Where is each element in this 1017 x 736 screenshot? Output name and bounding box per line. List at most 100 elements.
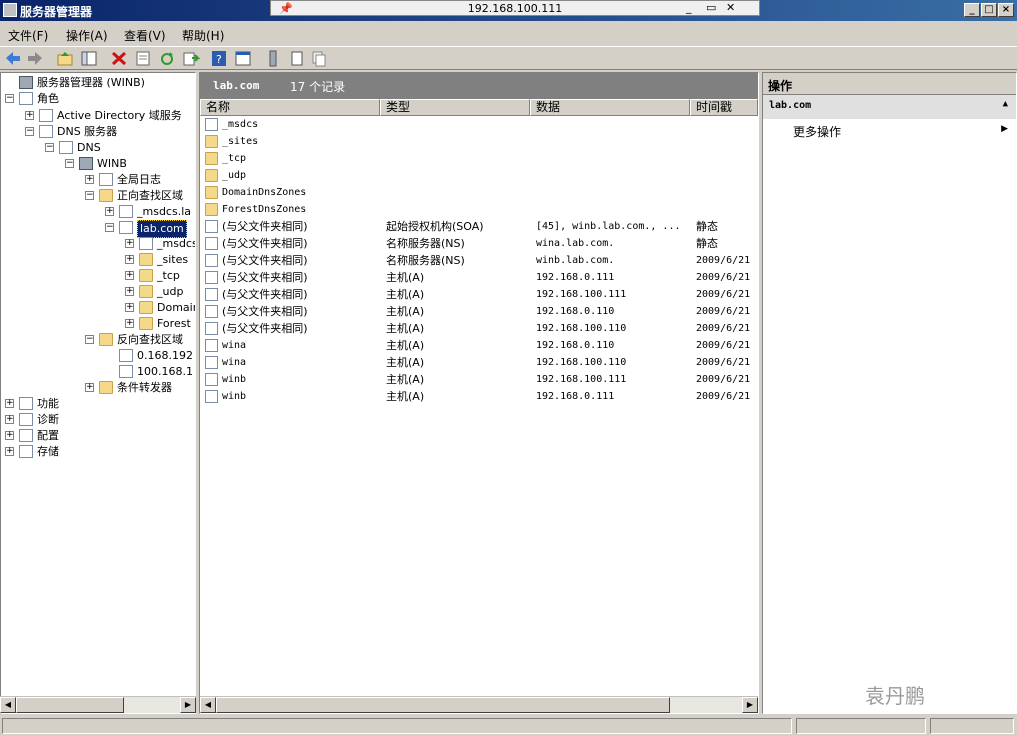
tree-node[interactable]: + _udp <box>1 284 195 300</box>
list-row[interactable]: (与父文件夹相同) 主机(A) 192.168.100.110 2009/6/21 <box>200 320 758 337</box>
list-row[interactable]: (与父文件夹相同) 名称服务器(NS) wina.lab.com. 静态 <box>200 235 758 252</box>
expand-plus-icon[interactable]: + <box>105 207 114 216</box>
list-row[interactable]: (与父文件夹相同) 主机(A) 192.168.0.111 2009/6/21 <box>200 269 758 286</box>
list-row[interactable]: _tcp <box>200 150 758 167</box>
column-header-type[interactable]: 类型 <box>380 99 530 116</box>
collapse-minus-icon[interactable]: − <box>5 94 14 103</box>
mmc-view-icon[interactable] <box>234 50 252 67</box>
tree-node[interactable]: 0.168.192 <box>1 348 195 364</box>
expand-plus-icon[interactable]: + <box>5 399 14 408</box>
console-tree[interactable]: 服务器管理器 (WINB) − 角色 + Active Directory 域服务 − DN… <box>0 72 196 714</box>
help-icon[interactable]: ? <box>210 50 228 67</box>
collapse-minus-icon[interactable]: − <box>45 143 54 152</box>
maximize-button[interactable]: □ <box>981 3 997 17</box>
scroll-left-icon[interactable]: ◀ <box>200 697 216 713</box>
close-button[interactable]: × <box>998 3 1014 17</box>
collapse-minus-icon[interactable]: − <box>65 159 74 168</box>
expand-plus-icon[interactable]: + <box>125 319 134 328</box>
expand-plus-icon[interactable]: + <box>125 239 134 248</box>
expand-plus-icon[interactable]: + <box>125 255 134 264</box>
tree-node[interactable]: + 存储 <box>1 444 195 460</box>
tree-node[interactable]: + 全局日志 <box>1 172 195 188</box>
scroll-right-icon[interactable]: ▶ <box>180 697 196 713</box>
more-actions-item[interactable]: 更多操作 ▶ <box>763 119 1016 141</box>
list-row[interactable]: _msdcs <box>200 116 758 133</box>
scroll-right-icon[interactable]: ▶ <box>742 697 758 713</box>
list-row[interactable]: wina 主机(A) 192.168.0.110 2009/6/21 <box>200 337 758 354</box>
tree-node[interactable]: + 配置 <box>1 428 195 444</box>
tree-hscrollbar[interactable]: ◀ ▶ <box>0 696 196 713</box>
scroll-thumb[interactable] <box>16 697 124 713</box>
delete-icon[interactable] <box>110 50 128 67</box>
collapse-minus-icon[interactable]: − <box>85 191 94 200</box>
expand-plus-icon[interactable]: + <box>25 111 34 120</box>
expand-plus-icon[interactable]: + <box>125 287 134 296</box>
expand-plus-icon[interactable]: + <box>125 303 134 312</box>
tree-node[interactable]: 100.168.1 <box>1 364 195 380</box>
list-row[interactable]: DomainDnsZones <box>200 184 758 201</box>
expand-plus-icon[interactable]: + <box>125 271 134 280</box>
column-header-timestamp[interactable]: 时间戳 <box>690 99 758 116</box>
scroll-thumb[interactable] <box>216 697 670 713</box>
actions-section-lab-com[interactable]: lab.com ▲ <box>763 95 1016 119</box>
expand-plus-icon[interactable]: + <box>85 175 94 184</box>
list-row[interactable]: winb 主机(A) 192.168.0.111 2009/6/21 <box>200 388 758 405</box>
tree-node[interactable]: − WINB <box>1 156 195 172</box>
collapse-minus-icon[interactable]: − <box>85 335 94 344</box>
server-toolbar-icon[interactable] <box>264 50 282 67</box>
list-row[interactable]: (与父文件夹相同) 主机(A) 192.168.0.110 2009/6/21 <box>200 303 758 320</box>
tree-node[interactable]: − 正向查找区域 <box>1 188 195 204</box>
tree-node[interactable]: − DNS 服务器 <box>1 124 195 140</box>
forward-icon[interactable] <box>26 50 44 67</box>
tree-node[interactable]: + 功能 <box>1 396 195 412</box>
minimize-button[interactable]: _ <box>964 3 980 17</box>
menu-file[interactable]: 文件(F) <box>8 27 48 44</box>
tree-node[interactable]: − lab.com <box>1 220 195 238</box>
list-row[interactable]: _udp <box>200 167 758 184</box>
tree-node[interactable]: + _tcp <box>1 268 195 284</box>
expand-plus-icon[interactable]: + <box>5 415 14 424</box>
menu-view[interactable]: 查看(V) <box>124 27 166 44</box>
list-row[interactable]: ForestDnsZones <box>200 201 758 218</box>
collapse-minus-icon[interactable]: − <box>25 127 34 136</box>
menu-help[interactable]: 帮助(H) <box>182 27 224 44</box>
tree-node[interactable]: 服务器管理器 (WINB) <box>1 75 195 91</box>
list-row[interactable]: (与父文件夹相同) 起始授权机构(SOA) [45], winb.lab.com.,… <box>200 218 758 235</box>
list-hscrollbar[interactable]: ◀ ▶ <box>200 696 758 713</box>
collapse-up-icon[interactable]: ▲ <box>1003 99 1008 109</box>
menu-action[interactable]: 操作(A) <box>66 27 108 44</box>
tree-node[interactable]: + 条件转发器 <box>1 380 195 396</box>
tree-node[interactable]: + _msdcs.la <box>1 204 195 220</box>
tree-node[interactable]: + Domain <box>1 300 195 316</box>
refresh-icon[interactable] <box>158 50 176 67</box>
column-header-name[interactable]: 名称 <box>200 99 380 116</box>
expand-plus-icon[interactable]: + <box>5 447 14 456</box>
tree-node[interactable]: + _sites <box>1 252 195 268</box>
back-icon[interactable] <box>4 50 22 67</box>
up-folder-icon[interactable] <box>56 50 74 67</box>
expand-plus-icon[interactable]: + <box>5 431 14 440</box>
column-header-data[interactable]: 数据 <box>530 99 690 116</box>
list-row[interactable]: winb 主机(A) 192.168.100.111 2009/6/21 <box>200 371 758 388</box>
list-row[interactable]: (与父文件夹相同) 名称服务器(NS) winb.lab.com. 2009/6/21 <box>200 252 758 269</box>
list-row[interactable]: _sites <box>200 133 758 150</box>
properties-icon[interactable] <box>134 50 152 67</box>
expand-plus-icon[interactable]: + <box>85 383 94 392</box>
show-hide-tree-icon[interactable] <box>80 50 98 67</box>
tree-node[interactable]: + 诊断 <box>1 412 195 428</box>
collapse-minus-icon[interactable]: − <box>105 223 114 232</box>
rdp-close-icon[interactable]: ✕ <box>726 1 735 14</box>
tree-node[interactable]: + Forest <box>1 316 195 332</box>
list-row[interactable]: (与父文件夹相同) 主机(A) 192.168.100.111 2009/6/21 <box>200 286 758 303</box>
export-list-icon[interactable] <box>182 50 201 67</box>
tree-node[interactable]: − DNS <box>1 140 195 156</box>
list-row[interactable]: wina 主机(A) 192.168.100.110 2009/6/21 <box>200 354 758 371</box>
tree-node[interactable]: − 角色 <box>1 91 195 107</box>
record-toolbar-icon[interactable] <box>288 50 306 67</box>
scroll-left-icon[interactable]: ◀ <box>0 697 16 713</box>
copy-toolbar-icon[interactable] <box>310 50 328 67</box>
tree-node[interactable]: + Active Directory 域服务 <box>1 108 195 124</box>
tree-node[interactable]: + _msdcs <box>1 236 195 252</box>
tree-node[interactable]: − 反向查找区域 <box>1 332 195 348</box>
rdp-minimize-icon[interactable]: _ <box>686 1 692 14</box>
